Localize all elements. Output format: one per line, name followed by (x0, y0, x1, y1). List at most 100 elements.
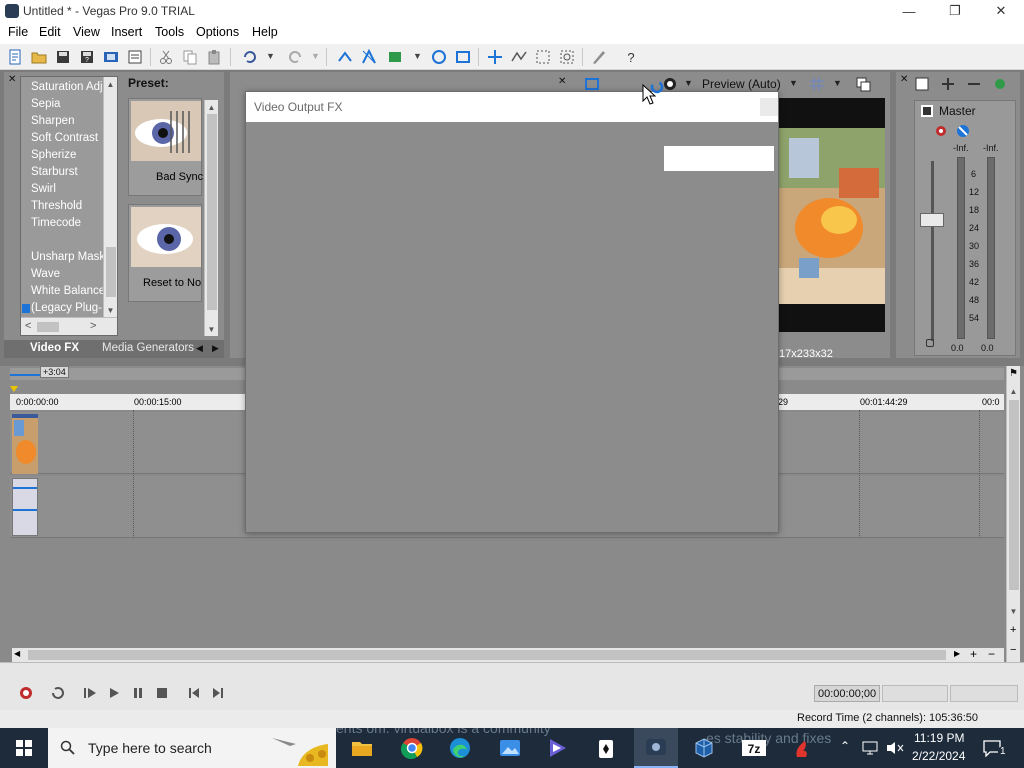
volume-fader[interactable] (920, 213, 944, 227)
render-icon[interactable] (103, 49, 119, 65)
preset-thumb-reset[interactable]: Reset to No (128, 204, 202, 302)
fx-list-hscroll[interactable]: < > (21, 317, 117, 335)
lock-envelopes-icon[interactable] (431, 49, 447, 65)
grid-dropdown-icon[interactable]: ▼ (833, 78, 842, 88)
scroll-down-icon[interactable]: ▼ (1007, 604, 1020, 618)
taskbar-vegas-active[interactable] (634, 728, 678, 768)
undo-icon[interactable] (242, 49, 258, 65)
scroll-thumb[interactable] (106, 247, 116, 297)
menu-file[interactable]: File (8, 25, 28, 39)
pane-close-icon[interactable]: ✕ (8, 74, 16, 85)
scroll-up-icon[interactable]: ▲ (1007, 384, 1020, 398)
fx-list-item[interactable]: Saturation Adj (31, 81, 103, 93)
ripple-dropdown-icon[interactable]: ▼ (413, 51, 422, 61)
pencil-icon[interactable] (591, 49, 607, 65)
grid-icon[interactable] (809, 76, 825, 92)
menu-edit[interactable]: Edit (39, 25, 61, 39)
selection-length-field[interactable] (950, 685, 1018, 702)
fx-list-item[interactable]: Sharpen (31, 115, 74, 127)
menu-view[interactable]: View (73, 25, 100, 39)
insert-bus-icon[interactable] (914, 76, 930, 92)
pane-close-icon[interactable]: ✕ (900, 74, 908, 85)
taskbar-7zip[interactable]: 7z (732, 728, 776, 768)
fx-list-item[interactable]: White Balance (31, 285, 105, 297)
fx-list-vscroll[interactable]: ▲ ▼ (103, 77, 117, 317)
copy-icon[interactable] (182, 49, 198, 65)
preset-vscroll[interactable]: ▲ ▼ (204, 100, 218, 336)
downmix-icon[interactable] (940, 76, 956, 92)
fx-list-item[interactable]: Starburst (31, 166, 78, 178)
zoom-in-icon[interactable]: + (970, 647, 977, 661)
scroll-left-icon[interactable]: ◀ (14, 649, 20, 658)
fx-list-item[interactable]: Spherize (31, 149, 76, 161)
fx-list-item[interactable]: (Legacy Plug-I (31, 302, 105, 314)
menu-tools[interactable]: Tools (155, 25, 184, 39)
paste-icon[interactable] (206, 49, 222, 65)
new-file-icon[interactable] (7, 49, 23, 65)
taskbar-red-app[interactable] (780, 728, 824, 768)
split-screen-icon[interactable] (584, 76, 600, 92)
save-as-icon[interactable]: ? (79, 49, 95, 65)
auto-crossfade-icon[interactable] (361, 49, 377, 65)
fx-list-item[interactable]: Soft Contrast (31, 132, 98, 144)
zoom-out-vertical-icon[interactable]: − (1010, 644, 1016, 656)
fx-list-item[interactable]: Sepia (31, 98, 60, 110)
dialog-close-button[interactable] (760, 98, 778, 116)
fx-list-item[interactable]: Unsharp Mask (31, 251, 105, 263)
show-hidden-icons-icon[interactable]: ⌃ (840, 739, 850, 753)
scroll-up-icon[interactable]: ▲ (205, 100, 218, 114)
dialog-title-bar[interactable]: Video Output FX (246, 92, 778, 122)
undo-dropdown-icon[interactable]: ▼ (266, 51, 275, 61)
taskbar-file-explorer[interactable] (340, 728, 384, 768)
cut-icon[interactable] (158, 49, 174, 65)
hscroll-thumb[interactable] (37, 322, 59, 332)
fx-list[interactable]: Saturation Adj Sepia Sharpen Soft Contra… (20, 76, 118, 336)
taskbar-video-app[interactable] (536, 728, 580, 768)
timeline-vscroll[interactable]: ⚑ ▲ ▼ + − (1006, 366, 1020, 662)
preset-list[interactable]: Bad Sync Reset to No ▲ ▼ (124, 94, 220, 338)
menu-options[interactable]: Options (196, 25, 239, 39)
zoom-out-icon[interactable]: − (988, 647, 995, 661)
go-to-start-icon[interactable] (186, 685, 202, 701)
help-pointer-icon[interactable]: ? (623, 49, 639, 65)
preset-thumb-bad-sync[interactable]: Bad Sync (128, 98, 203, 196)
scroll-thumb[interactable] (207, 114, 217, 310)
mixer-fx-settings-icon[interactable] (933, 123, 949, 139)
go-to-end-icon[interactable] (210, 685, 226, 701)
close-button[interactable]: ✕ (978, 0, 1024, 22)
play-icon[interactable] (106, 685, 122, 701)
taskbar-photos[interactable] (488, 728, 532, 768)
mixer-fx-icon[interactable] (992, 76, 1008, 92)
overlays-dropdown-icon[interactable]: ▼ (684, 78, 693, 88)
preview-quality-dropdown[interactable]: Preview (Auto) (702, 77, 781, 91)
scroll-right-icon[interactable]: > (90, 320, 96, 332)
scroll-thumb[interactable] (1009, 400, 1019, 590)
taskbar-edge[interactable] (438, 728, 482, 768)
timecode-display[interactable]: 00:00:00;00 (814, 685, 880, 702)
fx-list-item[interactable]: Timecode (31, 217, 81, 229)
menu-help[interactable]: Help (252, 25, 278, 39)
copy-snapshot-icon[interactable] (855, 76, 871, 92)
taskbar-virtualbox[interactable] (682, 728, 726, 768)
ignore-grouping-icon[interactable] (455, 49, 471, 65)
volume-muted-icon[interactable] (886, 741, 904, 755)
timeline-hscroll[interactable]: ◀ ▶ + − (12, 647, 1004, 662)
overlays-icon[interactable] (662, 76, 678, 92)
mute-icon[interactable] (955, 123, 971, 139)
properties-icon[interactable] (127, 49, 143, 65)
selection-tool-icon[interactable] (535, 49, 551, 65)
taskbar-search-box[interactable]: Type here to search (48, 728, 336, 768)
zoom-tool-icon[interactable] (559, 49, 575, 65)
scroll-down-icon[interactable]: ▼ (104, 303, 117, 317)
start-button[interactable] (2, 728, 46, 768)
tab-prev-icon[interactable]: ◀ (196, 343, 203, 354)
tab-next-icon[interactable]: ▶ (212, 343, 219, 354)
dim-output-icon[interactable] (966, 76, 982, 92)
selection-start-field[interactable] (882, 685, 948, 702)
fx-list-item[interactable]: Threshold (31, 200, 82, 212)
taskbar-chrome[interactable] (390, 728, 434, 768)
network-icon[interactable] (862, 741, 878, 755)
stop-icon[interactable] (154, 685, 170, 701)
scroll-up-icon[interactable]: ▲ (104, 77, 117, 91)
record-icon[interactable] (18, 685, 34, 701)
